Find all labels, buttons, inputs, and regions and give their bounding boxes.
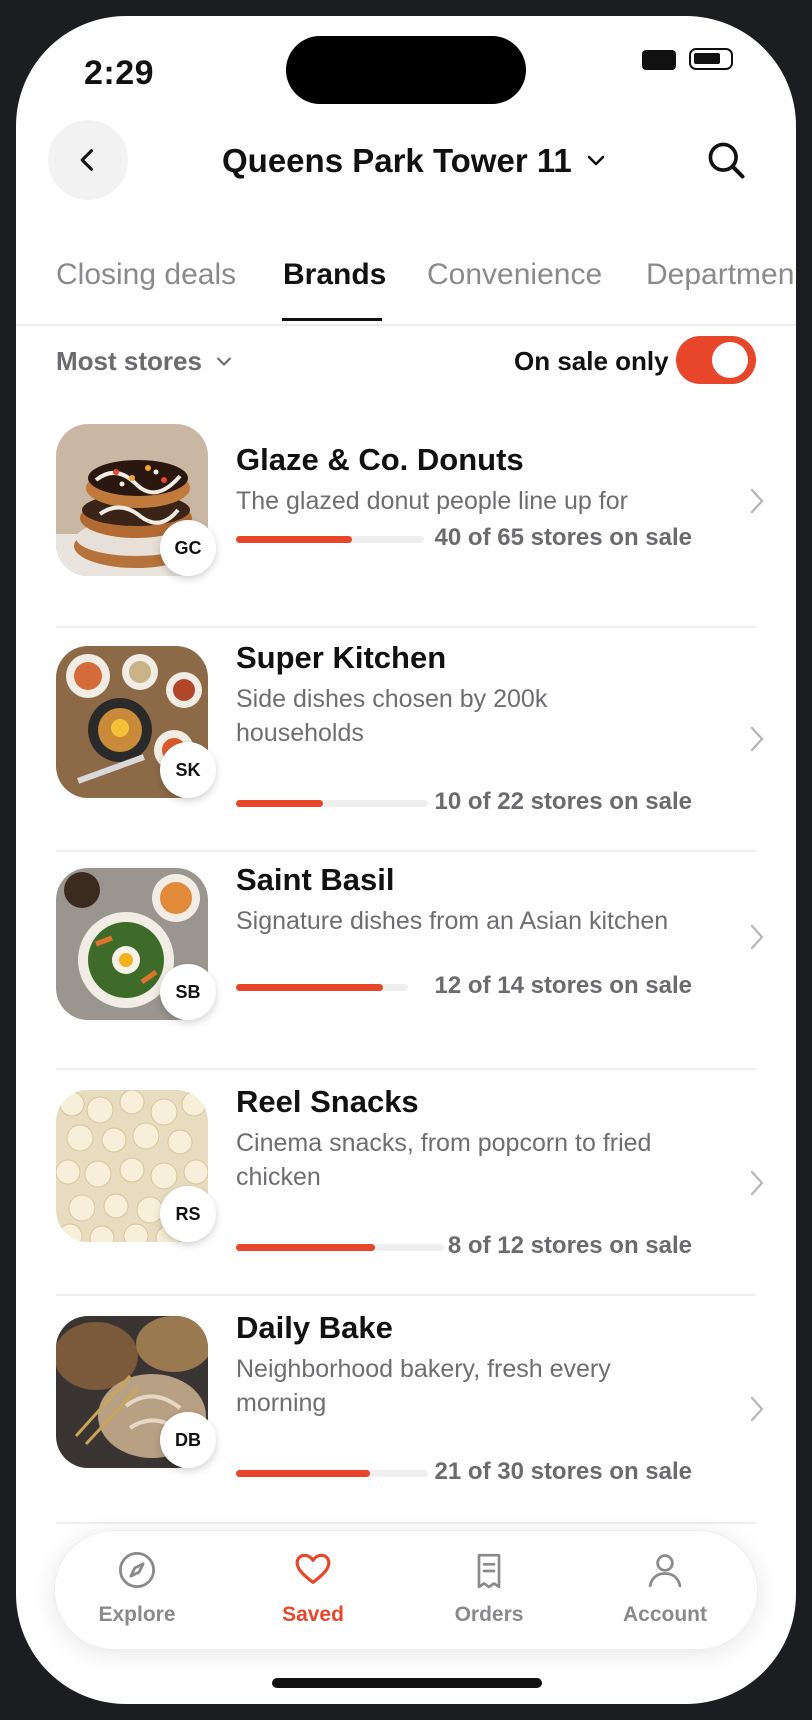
brand-initials-badge: GC [160,520,216,576]
nav-label: Account [623,1603,707,1626]
stores-on-sale-count: 40 of 65 stores on sale [434,524,692,551]
brand-initials-badge: SK [160,742,216,798]
row-divider [56,850,756,852]
stores-on-sale-count: 10 of 22 stores on sale [434,788,692,815]
chevron-right-icon [750,924,764,950]
brand-row-saint-basil[interactable]: SB Saint Basil Signature dishes from an … [56,862,764,1072]
heart-icon [295,1553,331,1584]
brand-name: Glaze & Co. Donuts [236,442,524,477]
location-title: Queens Park Tower 11 [222,142,572,179]
brand-row-super-kitchen[interactable]: SK Super Kitchen Side dishes chosen by 2… [56,640,764,852]
tab-brands[interactable]: Brands [283,258,386,292]
nav-orders[interactable]: Orders [419,1549,559,1627]
search-icon[interactable] [704,138,748,182]
signal-icon [642,50,676,70]
brand-row-reel-snacks[interactable]: RS Reel Snacks Cinema snacks, from popco… [56,1084,764,1296]
person-icon [648,1554,682,1588]
brand-description: Cinema snacks, from popcorn to fried chi… [236,1129,652,1191]
dynamic-island [286,36,526,104]
brand-description: Signature dishes from an Asian kitchen [236,907,669,935]
status-time: 2:29 [84,54,155,92]
battery-icon [689,48,733,70]
sale-progress-fill [236,536,352,543]
chevron-right-icon [750,488,764,514]
stores-on-sale-count: 8 of 12 stores on sale [447,1232,692,1259]
brand-name: Super Kitchen [236,640,447,675]
brand-row-daily-bake[interactable]: DB Daily Bake Neighborhood bakery, fresh… [56,1310,764,1526]
row-divider [56,1522,756,1524]
sort-label: Most stores [56,346,202,376]
row-divider [56,1294,756,1296]
home-indicator[interactable] [272,1678,542,1688]
brand-description: Neighborhood bakery, fresh every morning [236,1355,611,1417]
toggle-knob [712,342,748,378]
back-button[interactable] [48,120,128,200]
tab-closing-deals[interactable]: Closing deals [56,258,236,292]
location-selector[interactable]: Queens Park Tower 11 [222,142,608,180]
brand-description: The glazed donut people line up for [236,487,628,515]
nav-explore[interactable]: Explore [67,1549,207,1627]
chevron-right-icon [750,1396,764,1422]
sale-progress-bar [236,536,424,543]
nav-label: Orders [454,1603,524,1626]
sale-only-label: On sale only [514,346,669,376]
brand-description: Side dishes chosen by 200k households [236,685,548,747]
brand-initials-badge: RS [160,1186,216,1242]
receipt-icon [477,1553,501,1589]
chevron-left-icon [80,149,94,171]
sale-progress-bar [236,800,428,807]
category-tabs: Closing deals Brands Convenience Departm… [16,236,796,326]
row-divider [56,626,756,628]
sale-progress-fill [236,984,384,991]
sale-progress-fill [236,1470,371,1477]
nav-account[interactable]: Account [595,1549,735,1627]
bottom-nav: Explore Saved Orders Account [54,1530,758,1650]
stores-on-sale-count: 12 of 14 stores on sale [434,972,692,999]
tab-convenience[interactable]: Convenience [427,258,602,292]
sale-progress-bar [236,1470,428,1477]
compass-icon [118,1551,156,1589]
nav-label: Explore [98,1603,176,1626]
phone-screen: 2:29 Queens Park Tower 11 Closing deals … [16,16,796,1704]
brand-name: Saint Basil [236,862,395,897]
nav-label: Saved [282,1603,344,1626]
brand-name: Daily Bake [236,1310,393,1345]
sort-dropdown[interactable]: Most stores [56,346,234,377]
chevron-down-icon [587,155,605,166]
sale-progress-bar [236,1244,444,1251]
sale-progress-fill [236,1244,375,1251]
brand-initials-badge: DB [160,1412,216,1468]
chevron-right-icon [750,1170,764,1196]
chevron-right-icon [750,726,764,752]
stores-on-sale-count: 21 of 30 stores on sale [434,1458,692,1485]
active-tab-indicator [282,318,382,321]
sale-progress-fill [236,800,324,807]
tab-department[interactable]: Departmen [646,258,794,292]
nav-saved[interactable]: Saved [243,1549,383,1627]
row-divider [56,1068,756,1070]
brand-initials-badge: SB [160,964,216,1020]
sale-progress-bar [236,984,408,991]
sale-only-toggle[interactable] [676,336,756,384]
brand-name: Reel Snacks [236,1084,419,1119]
chevron-down-icon [217,357,231,366]
brand-row-glaze-co-donuts[interactable]: GC Glaze & Co. Donuts The glazed donut p… [56,424,764,628]
